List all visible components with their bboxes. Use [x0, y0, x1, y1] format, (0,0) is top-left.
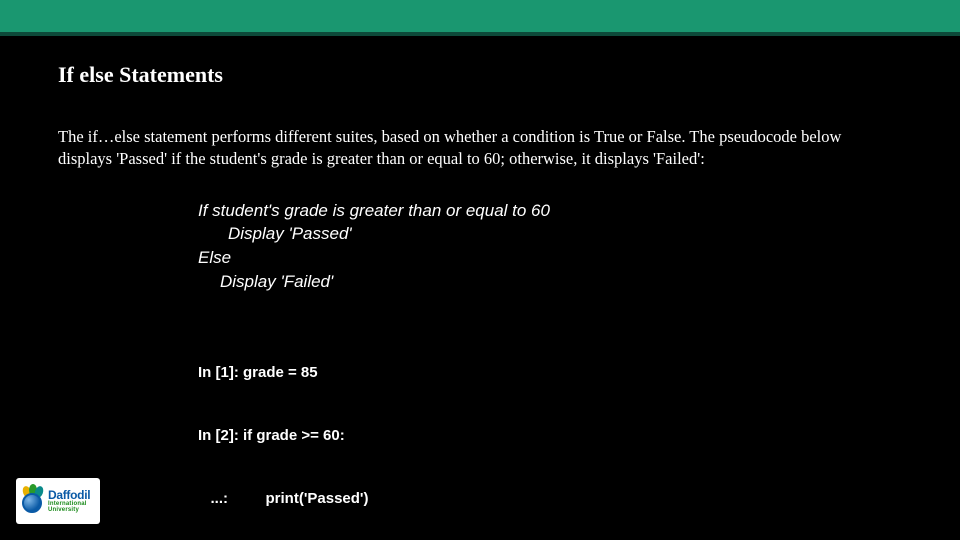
intro-paragraph: The if…else statement performs different… [58, 126, 878, 171]
logo-icon [20, 489, 44, 513]
code-line-2: In [2]: if grade >= 60: [198, 425, 902, 446]
code-block: In [1]: grade = 85 In [2]: if grade >= 6… [198, 320, 902, 540]
slide-content: If else Statements The if…else statement… [0, 36, 960, 540]
logo-line1: Daffodil [48, 489, 96, 501]
slide-top-bar [0, 0, 960, 36]
pseudo-line-4: Display 'Failed' [198, 270, 902, 294]
logo-text: Daffodil International University [48, 489, 96, 513]
slide-title: If else Statements [58, 62, 902, 88]
pseudo-line-2: Display 'Passed' [198, 222, 902, 246]
pseudo-line-3: Else [198, 246, 902, 270]
logo-line2: International University [48, 501, 96, 513]
pseudo-line-1: If student's grade is greater than or eq… [198, 199, 902, 223]
pseudocode-block: If student's grade is greater than or eq… [198, 199, 902, 294]
code-line-1: In [1]: grade = 85 [198, 362, 902, 383]
code-line-3: ...: print('Passed') [198, 488, 902, 509]
university-logo: Daffodil International University [16, 478, 100, 524]
